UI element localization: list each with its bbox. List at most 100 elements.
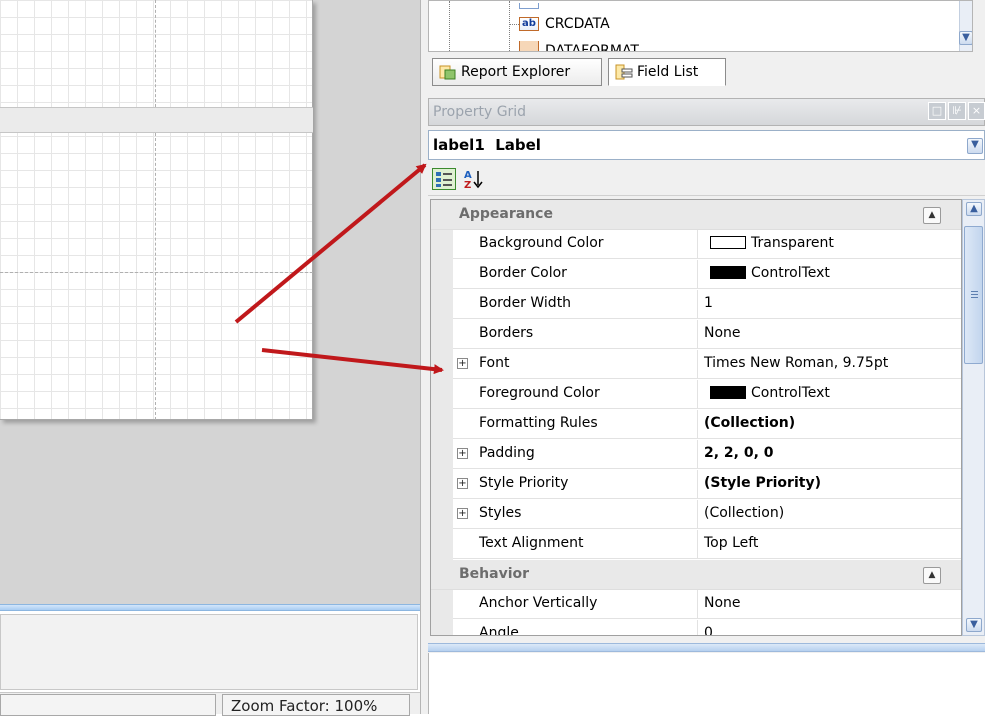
property-name-text: Border Width [479,295,572,311]
property-value[interactable]: (Style Priority) [700,470,961,499]
status-bar-cell [0,694,216,716]
tab-field-list[interactable]: Field List [608,58,726,86]
property-value-text: 1 [704,295,713,311]
property-name: Background Color [453,230,698,259]
property-value[interactable]: ControlText [700,260,961,289]
description-splitter[interactable] [428,643,985,652]
category-appearance[interactable]: Appearance ▲ [431,200,961,230]
property-value[interactable]: Top Left [700,530,961,559]
property-value[interactable]: (Collection) [700,500,961,529]
field-icon [519,41,539,51]
category-label: Behavior [459,566,530,582]
property-value[interactable]: ControlText [700,380,961,409]
property-row-borders[interactable]: Borders None [453,320,961,349]
expand-icon[interactable]: + [457,508,468,519]
property-row-foreground-color[interactable]: Foreground Color ControlText [453,380,961,409]
property-name: Borders [453,320,698,349]
property-value-text: ControlText [751,385,830,401]
selected-object-label: label1 Label [433,136,541,154]
tree-item-label: CRCDATA [545,16,610,32]
property-description-panel [428,653,985,714]
property-row-font[interactable]: + Font Times New Roman, 9.75pt [453,350,961,379]
property-value[interactable]: None [700,320,961,349]
property-name-text: Padding [479,445,535,461]
scroll-up-button[interactable]: ▲ [966,202,982,216]
guide-line-horizontal [0,272,313,273]
property-value[interactable]: Times New Roman, 9.75pt [700,350,961,379]
chevron-down-icon[interactable]: ▼ [967,138,983,154]
property-grid-toolbar: AZ [428,164,985,196]
property-name-text: Border Color [479,265,567,281]
property-value[interactable]: (Collection) [700,410,961,439]
selected-object-combo[interactable]: label1 Label [428,130,985,160]
property-value-text: None [704,595,741,611]
property-name: Text Alignment [453,530,698,559]
property-name: + Padding [453,440,698,469]
property-name-text: Anchor Vertically [479,595,598,611]
field-list-tree[interactable]: ab CRCDATA DATAFORMAT ▼ [428,0,973,52]
collapse-icon[interactable]: ▲ [923,567,941,584]
property-value-text: (Style Priority) [704,475,821,491]
category-behavior[interactable]: Behavior ▲ [431,560,961,590]
report-explorer-icon [439,64,457,80]
tree-connector [509,24,519,25]
collapse-icon[interactable]: ▲ [923,207,941,224]
property-value-text: Times New Roman, 9.75pt [704,355,889,371]
guide-line-vertical-top [155,0,156,107]
color-swatch [710,386,746,399]
tree-item-crcdata[interactable]: ab CRCDATA [519,16,610,32]
property-name-text: Background Color [479,235,604,251]
band-separator[interactable] [0,107,313,133]
property-value-text: 2, 2, 0, 0 [704,445,774,461]
scroll-down-button[interactable]: ▼ [959,31,972,45]
property-name-text: Text Alignment [479,535,584,551]
property-row-style-priority[interactable]: + Style Priority (Style Priority) [453,470,961,499]
property-value-text: (Collection) [704,415,796,431]
property-row-border-color[interactable]: Border Color ControlText [453,260,961,289]
scroll-down-button[interactable]: ▼ [966,618,982,632]
property-name: Border Width [453,290,698,319]
property-name: + Styles [453,500,698,529]
property-value-text: Transparent [751,235,834,251]
close-icon[interactable]: × [968,102,985,120]
bottom-panel [0,614,418,690]
tab-report-explorer[interactable]: Report Explorer [432,58,602,86]
property-row-padding[interactable]: + Padding 2, 2, 0, 0 [453,440,961,469]
property-name-text: Foreground Color [479,385,600,401]
property-row-border-width[interactable]: Border Width 1 [453,290,961,319]
expand-icon[interactable]: + [457,478,468,489]
property-name: Foreground Color [453,380,698,409]
property-value[interactable]: 2, 2, 0, 0 [700,440,961,469]
expand-icon[interactable]: + [457,448,468,459]
horizontal-splitter[interactable] [0,604,420,611]
property-name-text: Styles [479,505,522,521]
pin-icon[interactable]: ⊮ [948,102,966,120]
property-row-formatting-rules[interactable]: Formatting Rules (Collection) [453,410,961,439]
property-grid: Appearance ▲ Background Color Transparent Bo… [430,199,962,636]
report-page[interactable] [0,0,313,420]
scrollbar-thumb[interactable] [964,226,983,364]
property-row-anchor-vertically[interactable]: Anchor Vertically None [453,590,961,619]
expand-icon[interactable]: + [457,358,468,369]
property-row-angle[interactable]: Angle 0 [453,620,961,635]
tree-item-label: DATAFORMAT [545,43,639,52]
property-row-background-color[interactable]: Background Color Transparent [453,230,961,259]
property-grid-title: Property Grid [428,98,985,126]
property-value-text: (Collection) [704,505,785,521]
property-row-text-alignment[interactable]: Text Alignment Top Left [453,530,961,559]
property-name: + Font [453,350,698,379]
property-row-styles[interactable]: + Styles (Collection) [453,500,961,529]
property-value[interactable]: 0 [700,620,961,635]
property-value-text: Top Left [704,535,759,551]
property-value[interactable]: None [700,590,961,619]
property-value[interactable]: 1 [700,290,961,319]
tree-scrollbar[interactable]: ▼ [959,1,972,51]
property-name: Anchor Vertically [453,590,698,619]
field-list-icon [615,64,633,80]
dock-tabs: Report Explorer Field List [428,55,973,89]
alphabetical-sort-icon[interactable]: AZ [462,168,486,191]
tree-item-dataformat[interactable]: DATAFORMAT [519,41,639,52]
categorized-view-icon[interactable] [432,168,456,190]
maximize-icon[interactable]: □ [928,102,946,120]
property-value[interactable]: Transparent [700,230,961,259]
